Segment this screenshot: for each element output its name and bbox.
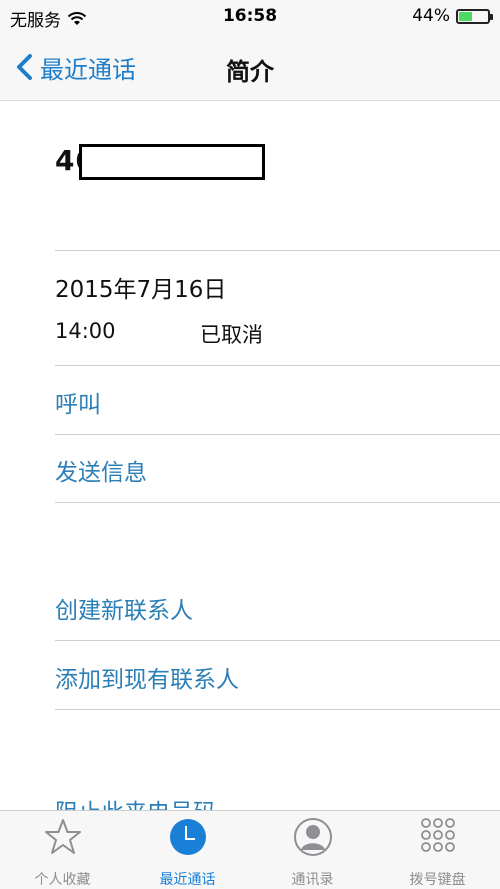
tab-bar: 个人收藏 最近通话 通讯录 拨号键盘 (0, 810, 500, 889)
divider (55, 709, 500, 710)
clock-icon (169, 819, 206, 855)
call-status: 已取消 (200, 323, 263, 347)
phone-number-row: 40 (55, 144, 265, 184)
redaction-box (79, 144, 265, 180)
status-right: 44% (412, 6, 493, 26)
tab-contacts[interactable]: 通讯录 (250, 817, 375, 888)
keypad-icon (420, 818, 455, 852)
tab-label: 最近通话 (159, 872, 216, 888)
tab-recents[interactable]: 最近通话 (125, 817, 250, 888)
divider (55, 250, 500, 251)
star-icon (44, 819, 81, 854)
tab-favorites[interactable]: 个人收藏 (0, 817, 125, 888)
tab-label: 拨号键盘 (409, 872, 466, 888)
battery-cap (490, 13, 493, 20)
divider (55, 640, 500, 641)
call-button[interactable]: 呼叫 (55, 385, 101, 419)
divider (55, 502, 500, 503)
page-title: 简介 (226, 58, 274, 86)
send-message-button[interactable]: 发送信息 (55, 453, 147, 487)
status-bar: 无服务 16:58 44% (0, 0, 500, 34)
tab-keypad[interactable]: 拨号键盘 (375, 817, 500, 888)
contacts-icon (293, 818, 332, 856)
create-contact-button[interactable]: 创建新联系人 (55, 591, 193, 625)
battery-icon (456, 8, 493, 24)
tab-label: 个人收藏 (34, 872, 91, 888)
divider (55, 434, 500, 435)
battery-fill (459, 11, 473, 21)
tab-label: 通讯录 (291, 872, 334, 888)
battery-percent: 44% (412, 6, 450, 26)
nav-bar: 最近通话 简介 (0, 34, 500, 101)
add-to-existing-contact-button[interactable]: 添加到现有联系人 (55, 660, 239, 694)
call-time: 14:00 (55, 319, 116, 343)
divider (55, 365, 500, 366)
call-date: 2015年7月16日 (55, 277, 227, 303)
